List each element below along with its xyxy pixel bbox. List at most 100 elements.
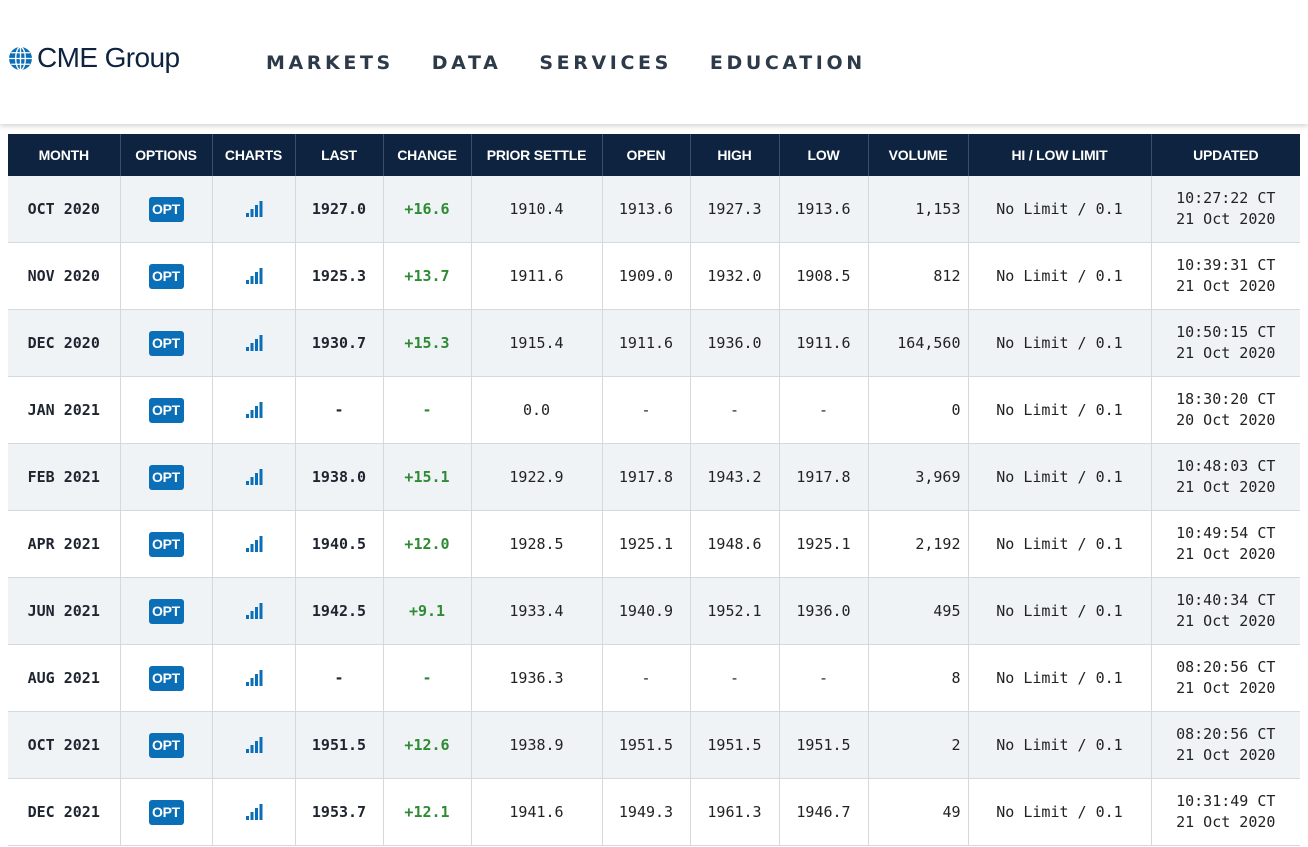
bar-chart-icon[interactable] xyxy=(245,535,263,553)
bar-chart-icon[interactable] xyxy=(245,669,263,687)
options-button[interactable]: OPT xyxy=(148,196,184,222)
updated-time: 18:30:20 CT xyxy=(1176,390,1276,408)
open-cell: 1951.5 xyxy=(601,711,690,779)
volume-cell: 49 xyxy=(867,778,968,846)
volume-cell: 495 xyxy=(867,577,968,645)
options-button[interactable]: OPT xyxy=(148,732,184,758)
high-cell: 1943.2 xyxy=(689,443,779,511)
options-button[interactable]: OPT xyxy=(148,598,184,624)
options-button[interactable]: OPT xyxy=(148,531,184,557)
updated-cell: 10:40:34 CT 21 Oct 2020 xyxy=(1150,577,1300,645)
change-cell: +12.0 xyxy=(382,510,471,578)
bar-chart-icon[interactable] xyxy=(245,267,263,285)
header-volume[interactable]: VOLUME xyxy=(867,134,968,176)
header-low[interactable]: LOW xyxy=(778,134,868,176)
low-cell: 1911.6 xyxy=(778,309,868,377)
header-hi-low-limit[interactable]: HI / LOW LIMIT xyxy=(967,134,1151,176)
header-options[interactable]: OPTIONS xyxy=(119,134,212,176)
hi-low-limit-cell: No Limit / 0.1 xyxy=(967,376,1151,444)
last-cell: 1930.7 xyxy=(294,309,383,377)
options-cell: OPT xyxy=(119,176,212,243)
options-cell: OPT xyxy=(119,778,212,846)
hi-low-limit-cell: No Limit / 0.1 xyxy=(967,309,1151,377)
last-cell: 1940.5 xyxy=(294,510,383,578)
high-cell: 1932.0 xyxy=(689,242,779,310)
updated-time: 10:49:54 CT xyxy=(1176,524,1276,542)
change-cell: +13.7 xyxy=(382,242,471,310)
month-cell: APR 2021 xyxy=(8,510,120,578)
prior-settle-cell: 1928.5 xyxy=(470,510,602,578)
updated-time: 08:20:56 CT xyxy=(1176,725,1276,743)
options-button[interactable]: OPT xyxy=(148,799,184,825)
open-cell: 1925.1 xyxy=(601,510,690,578)
change-cell: - xyxy=(382,644,471,712)
change-cell: +12.1 xyxy=(382,778,471,846)
updated-date: 21 Oct 2020 xyxy=(1176,813,1276,831)
header-change[interactable]: CHANGE xyxy=(382,134,471,176)
bar-chart-icon[interactable] xyxy=(245,468,263,486)
last-cell: - xyxy=(294,376,383,444)
header-updated[interactable]: UPDATED xyxy=(1150,134,1300,176)
volume-cell: 3,969 xyxy=(867,443,968,511)
prior-settle-cell: 1938.9 xyxy=(470,711,602,779)
charts-cell xyxy=(211,577,295,645)
updated-cell: 18:30:20 CT 20 Oct 2020 xyxy=(1150,376,1300,444)
updated-date: 21 Oct 2020 xyxy=(1176,210,1276,228)
high-cell: 1927.3 xyxy=(689,176,779,243)
header-last[interactable]: LAST xyxy=(294,134,383,176)
updated-time: 10:50:15 CT xyxy=(1176,323,1276,341)
header-open[interactable]: OPEN xyxy=(601,134,690,176)
header-prior-settle[interactable]: PRIOR SETTLE xyxy=(470,134,602,176)
main-nav: MARKETS DATA SERVICES EDUCATION xyxy=(266,50,866,76)
month-cell: OCT 2021 xyxy=(8,711,120,779)
cme-group-logo[interactable]: CME Group xyxy=(8,42,180,74)
header-month[interactable]: MONTH xyxy=(8,134,120,176)
updated-date: 21 Oct 2020 xyxy=(1176,277,1276,295)
charts-cell xyxy=(211,778,295,846)
hi-low-limit-cell: No Limit / 0.1 xyxy=(967,510,1151,578)
month-cell: NOV 2020 xyxy=(8,242,120,310)
updated-cell: 10:50:15 CT 21 Oct 2020 xyxy=(1150,309,1300,377)
updated-date: 21 Oct 2020 xyxy=(1176,746,1276,764)
updated-date: 21 Oct 2020 xyxy=(1176,478,1276,496)
prior-settle-cell: 1933.4 xyxy=(470,577,602,645)
last-cell: - xyxy=(294,644,383,712)
bar-chart-icon[interactable] xyxy=(245,401,263,419)
updated-cell: 08:20:56 CT 21 Oct 2020 xyxy=(1150,711,1300,779)
options-cell: OPT xyxy=(119,242,212,310)
quotes-table-container: MONTH OPTIONS CHARTS LAST CHANGE PRIOR S… xyxy=(8,134,1300,846)
updated-cell: 10:31:49 CT 21 Oct 2020 xyxy=(1150,778,1300,846)
bar-chart-icon[interactable] xyxy=(245,334,263,352)
options-button[interactable]: OPT xyxy=(148,263,184,289)
high-cell: 1961.3 xyxy=(689,778,779,846)
bar-chart-icon[interactable] xyxy=(245,200,263,218)
bar-chart-icon[interactable] xyxy=(245,736,263,754)
nav-data[interactable]: DATA xyxy=(432,50,502,76)
options-button[interactable]: OPT xyxy=(148,464,184,490)
hi-low-limit-cell: No Limit / 0.1 xyxy=(967,242,1151,310)
options-cell: OPT xyxy=(119,309,212,377)
options-button[interactable]: OPT xyxy=(148,397,184,423)
prior-settle-cell: 1922.9 xyxy=(470,443,602,511)
last-cell: 1951.5 xyxy=(294,711,383,779)
open-cell: 1949.3 xyxy=(601,778,690,846)
options-button[interactable]: OPT xyxy=(148,330,184,356)
options-button[interactable]: OPT xyxy=(148,665,184,691)
nav-education[interactable]: EDUCATION xyxy=(710,50,866,76)
charts-cell xyxy=(211,242,295,310)
hi-low-limit-cell: No Limit / 0.1 xyxy=(967,176,1151,243)
charts-cell xyxy=(211,711,295,779)
volume-cell: 164,560 xyxy=(867,309,968,377)
nav-services[interactable]: SERVICES xyxy=(539,50,671,76)
header-high[interactable]: HIGH xyxy=(689,134,779,176)
header-charts[interactable]: CHARTS xyxy=(211,134,295,176)
bar-chart-icon[interactable] xyxy=(245,602,263,620)
nav-markets[interactable]: MARKETS xyxy=(266,50,394,76)
updated-time: 10:40:34 CT xyxy=(1176,591,1276,609)
table-row: DEC 2020 OPT 1930.7 +15.3 1915.4 1911.6 1936.0… xyxy=(8,309,1300,377)
updated-time: 10:48:03 CT xyxy=(1176,457,1276,475)
bar-chart-icon[interactable] xyxy=(245,803,263,821)
open-cell: 1911.6 xyxy=(601,309,690,377)
high-cell: 1952.1 xyxy=(689,577,779,645)
updated-cell: 10:48:03 CT 21 Oct 2020 xyxy=(1150,443,1300,511)
